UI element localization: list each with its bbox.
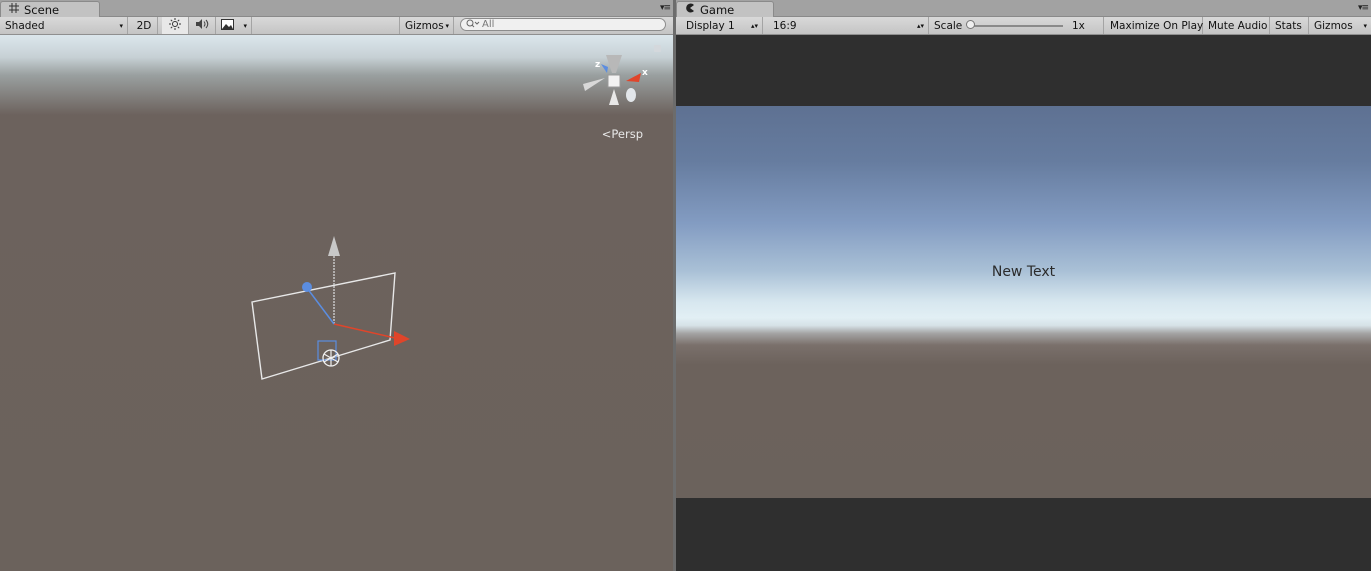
- grid-icon: [9, 3, 19, 16]
- scene-effects-dropdown[interactable]: ▾: [216, 17, 252, 34]
- perspective-chevron-icon: <: [601, 127, 612, 141]
- orientation-gizmo[interactable]: x z: [581, 53, 651, 113]
- move-handle-z-axis[interactable]: [306, 287, 335, 325]
- scene-audio-toggle[interactable]: [189, 17, 216, 34]
- scale-label: Scale: [934, 19, 963, 32]
- dropdown-arrow-icon: ▾: [445, 21, 449, 30]
- scene-gizmos-dropdown[interactable]: Gizmos ▾: [399, 17, 454, 34]
- scene-search-input[interactable]: All: [460, 18, 666, 31]
- scene-selection[interactable]: [240, 230, 430, 380]
- display-dropdown[interactable]: Display 1 ▴▾: [681, 17, 763, 34]
- canvas-rect-outline[interactable]: [251, 272, 396, 380]
- projection-label: Persp: [611, 127, 643, 141]
- shading-mode-dropdown[interactable]: Shaded ▾: [0, 17, 128, 34]
- scene-viewport[interactable]: x z <Persp: [0, 35, 673, 571]
- mute-audio-toggle[interactable]: Mute Audio: [1203, 17, 1270, 34]
- gizmo-axis-z-cone[interactable]: [601, 64, 608, 73]
- dropdown-arrow-icon: ▴▾: [750, 21, 758, 30]
- scene-toolbar: Shaded ▾ 2D ▾ Gizmos ▾ All: [0, 17, 673, 35]
- mute-audio-label: Mute Audio: [1208, 19, 1268, 32]
- move-handle-y-arrow[interactable]: [328, 236, 340, 256]
- game-panel-menu-icon[interactable]: ▾≡: [1358, 3, 1369, 13]
- game-gizmos-dropdown[interactable]: Gizmos ▾: [1309, 17, 1371, 34]
- scale-slider-thumb[interactable]: [966, 20, 975, 29]
- game-tabbar: Game ▾≡: [676, 0, 1371, 17]
- scale-value: 1x: [1072, 19, 1085, 32]
- game-viewport[interactable]: New Text: [676, 35, 1371, 571]
- pacman-icon: [685, 3, 695, 16]
- game-panel: Game ▾≡ Display 1 ▴▾ 16:9 ▴▾ Scale 1x Ma…: [676, 0, 1371, 571]
- scale-slider-track[interactable]: [971, 25, 1063, 27]
- dropdown-arrow-icon: ▴▾: [916, 21, 924, 30]
- maximize-on-play-label: Maximize On Play: [1110, 19, 1204, 32]
- sun-icon: [169, 18, 181, 33]
- move-handle-z-dot[interactable]: [302, 282, 312, 292]
- gizmo-axis-neg-y-cone[interactable]: [609, 89, 619, 105]
- tab-scene-label: Scene: [24, 2, 60, 17]
- projection-toggle[interactable]: <Persp: [602, 127, 643, 141]
- gizmo-axis-y-cone[interactable]: [606, 55, 622, 73]
- speaker-icon: [195, 18, 209, 33]
- maximize-on-play-toggle[interactable]: Maximize On Play: [1105, 17, 1203, 34]
- dropdown-arrow-icon: ▾: [243, 21, 247, 30]
- scene-panel: Scene ▾≡ Shaded ▾ 2D ▾ Gizmos ▾ All x z …: [0, 0, 673, 571]
- game-ui-text: New Text: [991, 264, 1056, 280]
- game-toolbar: Display 1 ▴▾ 16:9 ▴▾ Scale 1x Maximize O…: [676, 17, 1371, 35]
- dropdown-arrow-icon: ▾: [119, 21, 123, 30]
- game-gizmos-label: Gizmos: [1314, 19, 1353, 32]
- aspect-ratio-label: 16:9: [773, 19, 797, 32]
- stats-toggle[interactable]: Stats: [1270, 17, 1309, 34]
- move-handle-x-arrow[interactable]: [394, 331, 410, 346]
- gizmo-axis-x-cone[interactable]: [626, 73, 641, 82]
- tab-scene[interactable]: Scene: [0, 1, 100, 17]
- gizmo-z-label: z: [595, 60, 600, 70]
- display-label: Display 1: [686, 19, 735, 32]
- aspect-ratio-dropdown[interactable]: 16:9 ▴▾: [768, 17, 929, 34]
- scene-tabbar: Scene ▾≡: [0, 0, 673, 17]
- gizmo-axis-neg-z-cone[interactable]: [626, 88, 636, 102]
- gizmo-x-label: x: [642, 68, 648, 78]
- scene-search-placeholder: All: [482, 19, 495, 30]
- stats-label: Stats: [1275, 19, 1302, 32]
- mode-2d-label: 2D: [136, 19, 152, 32]
- tab-game[interactable]: Game: [676, 1, 774, 17]
- lock-icon[interactable]: [654, 45, 661, 52]
- dropdown-arrow-icon: ▾: [1363, 21, 1367, 30]
- gizmo-center-cube[interactable]: [607, 74, 621, 88]
- scale-control: Scale 1x: [929, 17, 1104, 34]
- image-icon: [221, 18, 234, 33]
- game-render: New Text: [676, 106, 1371, 498]
- scene-gizmos-label: Gizmos: [405, 19, 444, 32]
- camera-icon: [322, 349, 340, 367]
- tab-game-label: Game: [700, 2, 735, 17]
- scene-panel-menu-icon[interactable]: ▾≡: [660, 3, 671, 13]
- move-handle-x-axis[interactable]: [333, 323, 396, 339]
- gizmo-axis-neg-x-cone[interactable]: [583, 78, 605, 91]
- mode-2d-toggle[interactable]: 2D: [131, 17, 158, 34]
- shading-mode-label: Shaded: [5, 19, 45, 32]
- search-icon: [466, 19, 480, 31]
- scene-lighting-toggle[interactable]: [162, 17, 189, 34]
